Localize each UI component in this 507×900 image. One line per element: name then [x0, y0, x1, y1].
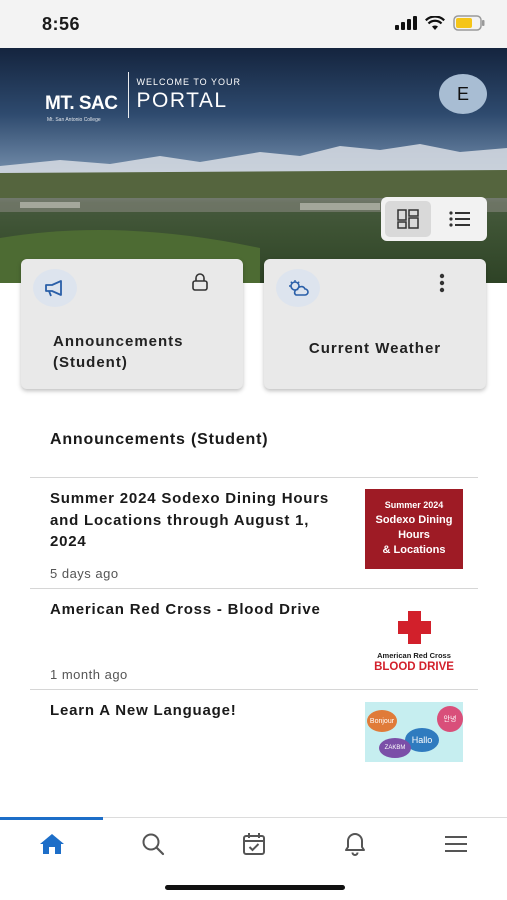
announcement-title: Learn A New Language!	[50, 702, 237, 719]
grid-view-icon	[397, 209, 419, 229]
user-avatar[interactable]: E	[439, 74, 487, 114]
thumb-text: Summer 2024	[384, 500, 444, 510]
search-icon	[142, 833, 165, 856]
card-icon-circle	[276, 269, 320, 307]
battery-icon	[453, 15, 485, 31]
logo-welcome: WELCOME TO YOUR	[136, 77, 242, 87]
calendar-check-icon	[243, 833, 265, 855]
portal-logo: MT. SAC Mt. San Antonio College WELCOME …	[45, 72, 242, 123]
bottom-tab-bar	[0, 817, 507, 870]
language-thumbnail: Bonjour Hallo 안녕 ZAKBM	[365, 702, 463, 762]
weather-card[interactable]: Current Weather	[264, 259, 486, 389]
announcement-text: American Red Cross - Blood Drive 1 month…	[50, 599, 350, 684]
home-indicator	[165, 885, 345, 890]
tab-search[interactable]	[138, 830, 168, 858]
list-view-button[interactable]	[437, 201, 483, 237]
thumb-text: ZAKBM	[379, 738, 411, 758]
tab-calendar[interactable]	[239, 830, 269, 858]
red-cross-thumbnail: American Red Cross BLOOD DRIVE	[365, 601, 463, 681]
status-bar: 8:56	[0, 0, 507, 48]
thumb-text: Hours	[398, 529, 430, 541]
thumb-text: Bonjour	[367, 710, 397, 732]
announcement-time: 1 month ago	[50, 667, 128, 682]
logo-sub: Mt. San Antonio College	[47, 117, 101, 123]
sheet-title: Announcements (Student)	[50, 431, 269, 448]
announcement-title: Summer 2024 Sodexo Dining Hours and Loca…	[50, 490, 330, 550]
thumb-text: Sodexo Dining	[375, 514, 453, 526]
lock-icon[interactable]	[191, 273, 209, 291]
weather-card-title: Current Weather	[308, 340, 442, 357]
card-icon-circle	[33, 269, 77, 307]
announcement-item[interactable]: American Red Cross - Blood Drive 1 month…	[0, 589, 507, 689]
status-icons	[395, 15, 485, 31]
announcement-time: 5 days ago	[50, 566, 119, 581]
signal-icon	[395, 16, 417, 30]
active-tab-indicator	[0, 817, 103, 820]
tab-menu[interactable]	[441, 830, 471, 858]
logo-divider	[127, 72, 129, 118]
logo-portal: PORTAL	[136, 89, 228, 112]
more-options-icon[interactable]	[439, 273, 445, 293]
tab-home[interactable]	[37, 830, 67, 858]
thumb-text: 안녕	[437, 706, 463, 732]
view-toggle	[381, 197, 487, 241]
tab-notifications[interactable]	[340, 830, 370, 858]
thumb-text: American Red Cross	[377, 651, 451, 660]
announcement-item[interactable]: Summer 2024 Sodexo Dining Hours and Loca…	[0, 478, 507, 588]
announcement-text: Learn A New Language!	[50, 700, 350, 722]
wifi-icon	[425, 15, 445, 30]
announcement-item[interactable]: Learn A New Language! Bonjour Hallo 안녕 Z…	[0, 690, 507, 780]
status-time: 8:56	[42, 14, 81, 34]
announcements-card[interactable]: Announcements (Student)	[21, 259, 243, 389]
red-cross-icon	[398, 621, 431, 634]
list-view-icon	[449, 211, 470, 227]
thumb-text: BLOOD DRIVE	[374, 661, 454, 673]
menu-icon	[445, 836, 467, 852]
sodexo-thumbnail: Summer 2024 Sodexo Dining Hours & Locati…	[365, 489, 463, 569]
announcement-title: American Red Cross - Blood Drive	[50, 601, 321, 618]
home-icon	[40, 834, 64, 854]
announcement-text: Summer 2024 Sodexo Dining Hours and Loca…	[50, 488, 350, 581]
thumb-text: & Locations	[382, 544, 446, 556]
partly-cloudy-icon	[289, 280, 309, 296]
logo-mark: MT. SAC	[45, 93, 118, 114]
announcements-card-title: Announcements (Student)	[53, 333, 184, 371]
campus-hero-banner: MT. SAC Mt. San Antonio College WELCOME …	[0, 48, 507, 283]
grid-view-button[interactable]	[385, 201, 431, 237]
megaphone-icon	[45, 280, 62, 297]
bell-icon	[345, 833, 365, 856]
